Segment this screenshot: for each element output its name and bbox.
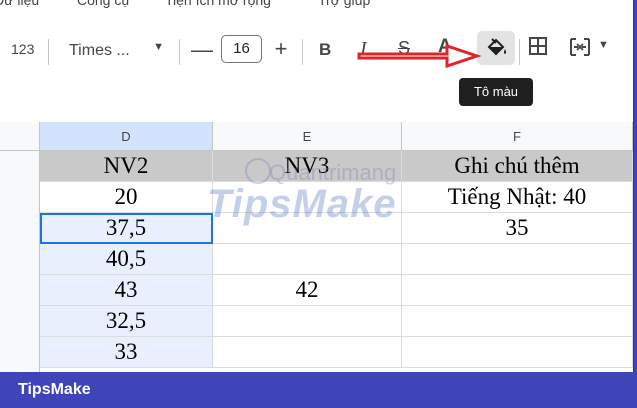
chevron-down-icon[interactable]: ▼ xyxy=(598,39,609,51)
table-cell[interactable]: Tiếng Nhật: 40 xyxy=(402,182,633,213)
merge-cells-button[interactable] xyxy=(568,36,592,58)
table-cell[interactable]: 20 xyxy=(40,182,213,213)
merge-cells-icon xyxy=(570,38,590,56)
borders-button[interactable] xyxy=(528,36,548,56)
toolbar-divider xyxy=(519,39,520,65)
active-cell-outline xyxy=(40,213,213,244)
italic-button[interactable]: I xyxy=(360,38,367,61)
column-header-f[interactable]: F xyxy=(402,122,633,151)
number-format-button[interactable]: 123 xyxy=(11,41,34,57)
tooltip-fill-color: Tô màu xyxy=(459,78,533,106)
table-cell[interactable]: 33 xyxy=(40,337,213,368)
table-cell[interactable] xyxy=(402,275,633,306)
column-header-e[interactable]: E xyxy=(213,122,402,151)
table-cell[interactable] xyxy=(213,244,402,275)
bold-button[interactable]: B xyxy=(319,40,331,60)
spreadsheet-window: Dữ liệu Công cụ Tiện ích mở rộng Trợ giú… xyxy=(0,0,634,372)
toolbar: 123 Times ... ▼ — 16 + B I S A ▼ xyxy=(0,22,633,80)
font-name-value: Times ... xyxy=(69,42,130,59)
chevron-down-icon: ▼ xyxy=(153,41,164,53)
fill-color-button[interactable] xyxy=(477,31,515,65)
toolbar-divider xyxy=(48,39,49,65)
borders-icon xyxy=(529,37,547,55)
menu-data[interactable]: Dữ liệu xyxy=(0,0,39,8)
strikethrough-button[interactable]: S xyxy=(398,38,410,59)
table-cell[interactable]: 43 xyxy=(40,275,213,306)
decrease-font-size-button[interactable]: — xyxy=(191,37,213,63)
grid-corner xyxy=(0,122,40,151)
spreadsheet-grid: D E F NV2 NV3 Ghi chú thêm 20 Tiếng Nhật… xyxy=(0,122,633,372)
menu-tools[interactable]: Công cụ xyxy=(77,0,129,8)
toolbar-divider xyxy=(179,39,180,65)
table-cell[interactable] xyxy=(402,244,633,275)
brand-logo: TipsMake xyxy=(18,381,91,398)
table-cell[interactable] xyxy=(402,306,633,337)
table-cell[interactable] xyxy=(213,306,402,337)
menu-help[interactable]: Trợ giúp xyxy=(318,0,370,8)
paint-bucket-icon xyxy=(487,38,506,56)
table-cell[interactable]: 35 xyxy=(402,213,633,244)
column-header-d[interactable]: D xyxy=(40,122,213,151)
increase-font-size-button[interactable]: + xyxy=(270,36,292,62)
row-header-column xyxy=(0,151,40,372)
table-cell[interactable] xyxy=(402,337,633,368)
menu-extensions[interactable]: Tiện ích mở rộng xyxy=(165,0,271,8)
table-cell[interactable]: 42 xyxy=(213,275,402,306)
table-cell[interactable] xyxy=(213,182,402,213)
cell-f-header[interactable]: Ghi chú thêm xyxy=(402,151,633,182)
menu-bar: Dữ liệu Công cụ Tiện ích mở rộng Trợ giú… xyxy=(0,0,633,22)
table-cell[interactable]: 32,5 xyxy=(40,306,213,337)
table-cell[interactable] xyxy=(213,337,402,368)
table-cell[interactable]: 40,5 xyxy=(40,244,213,275)
footer-bar: TipsMake xyxy=(0,372,637,408)
toolbar-divider xyxy=(302,39,303,65)
font-select[interactable]: Times ... ▼ xyxy=(60,35,172,65)
cell-e-header[interactable]: NV3 xyxy=(213,151,402,182)
text-color-button[interactable]: A xyxy=(438,36,452,58)
font-size-input[interactable]: 16 xyxy=(221,35,262,63)
cell-d-header[interactable]: NV2 xyxy=(40,151,213,182)
table-cell[interactable] xyxy=(213,213,402,244)
